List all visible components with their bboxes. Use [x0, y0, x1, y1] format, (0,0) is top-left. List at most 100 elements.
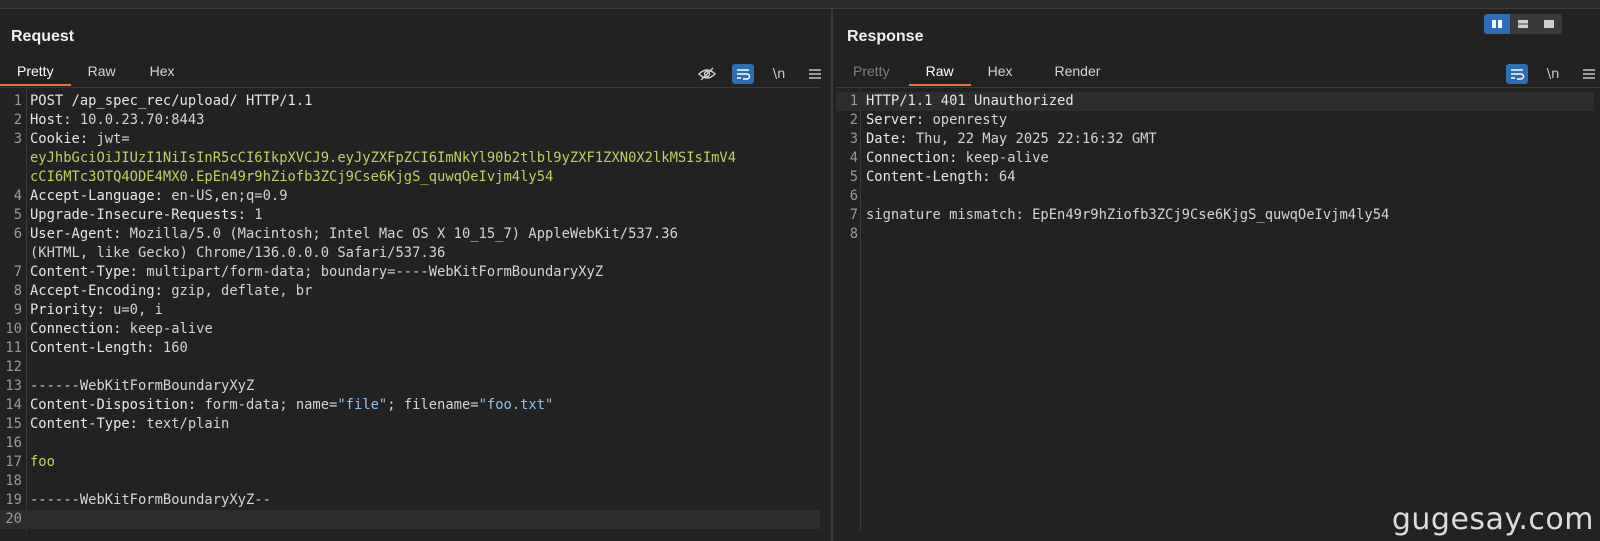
header-name: User-Agent: — [30, 226, 122, 242]
word-wrap-icon[interactable] — [732, 64, 754, 84]
line-content: (KHTML, like Gecko) Chrome/136.0.0.0 Saf… — [30, 244, 445, 263]
tab-response-render[interactable]: Render — [1038, 58, 1118, 84]
line-content: Accept-Language: en-US,en;q=0.9 — [30, 187, 288, 206]
code-line: 5 Upgrade-Insecure-Requests: 1 — [0, 206, 820, 225]
code-line: 18 — [0, 472, 820, 491]
line-content: ------WebKitFormBoundaryXyZ-- — [30, 491, 271, 510]
line-number: 19 — [5, 492, 22, 508]
header-value: Thu, 22 May 2025 22:16:32 GMT — [907, 131, 1157, 147]
line-number: 10 — [5, 321, 22, 337]
code-line: cCI6MTc3OTQ4ODE4MX0.EpEn49r9hZiofb3ZCj9C… — [0, 168, 820, 187]
line-number: 5 — [849, 169, 858, 185]
tab-request-hex[interactable]: Hex — [133, 58, 192, 84]
cookie-value: cCI6MTc3OTQ4ODE4MX0.EpEn49r9hZiofb3ZCj9C… — [30, 169, 554, 185]
line-number: 3 — [13, 131, 22, 147]
hamburger-menu-icon[interactable] — [804, 64, 826, 84]
line-content: signature mismatch: EpEn49r9hZiofb3ZCj9C… — [866, 206, 1389, 225]
header-name: Server: — [866, 112, 925, 128]
header-name: Cookie: — [30, 131, 89, 147]
newline-toggle[interactable]: \n — [1542, 64, 1564, 84]
code-line: 1 POST /ap_spec_rec/upload/ HTTP/1.1 — [0, 92, 820, 111]
code-line: 2 Host: 10.0.23.70:8443 — [0, 111, 820, 130]
code-line: 16 — [0, 434, 820, 453]
header-value: (KHTML, like Gecko) Chrome/136.0.0.0 Saf… — [30, 245, 446, 261]
header-value: signature mismatch: EpEn49r9hZiofb3ZCj9C… — [866, 207, 1390, 223]
request-toolbar: \n — [696, 64, 826, 84]
tab-request-pretty[interactable]: Pretty — [0, 58, 71, 86]
header-value: ------WebKitFormBoundaryXyZ-- — [30, 492, 271, 508]
header-value: text/plain — [137, 416, 230, 432]
eye-slash-icon[interactable] — [696, 64, 718, 84]
request-editor[interactable]: 1 POST /ap_spec_rec/upload/ HTTP/1.1 2 Host… — [0, 92, 820, 529]
code-line: 14 Content-Disposition: form-data; name="… — [0, 396, 820, 415]
word-wrap-icon[interactable] — [1506, 64, 1528, 84]
code-line: 6 — [836, 187, 1594, 206]
line-content: Content-Type: multipart/form-data; bound… — [30, 263, 603, 282]
header-value: multipart/form-data; boundary=----WebKit… — [137, 264, 604, 280]
header-value: 160 — [154, 340, 188, 356]
code-line: 20 — [0, 510, 820, 529]
line-content: User-Agent: Mozilla/5.0 (Macintosh; Inte… — [30, 225, 678, 244]
line-number: 16 — [5, 435, 22, 451]
header-name: Connection: — [30, 321, 122, 337]
header-name: Priority: — [30, 302, 105, 318]
string-literal: "file" — [337, 397, 388, 413]
code-line: 2 Server: openresty — [836, 111, 1594, 130]
layout-toggle — [1484, 14, 1562, 34]
line-content: Date: Thu, 22 May 2025 22:16:32 GMT — [866, 130, 1157, 149]
single-pane-layout-icon[interactable] — [1536, 14, 1562, 34]
header-name: Content-Disposition: — [30, 397, 197, 413]
tab-response-raw[interactable]: Raw — [908, 58, 971, 86]
code-line: 19 ------WebKitFormBoundaryXyZ-- — [0, 491, 820, 510]
tab-response-pretty[interactable]: Pretty — [836, 58, 907, 84]
code-line: 10 Connection: keep-alive — [0, 320, 820, 339]
line-content: ------WebKitFormBoundaryXyZ — [30, 377, 254, 396]
header-name: Content-Type: — [30, 264, 138, 280]
hamburger-menu-icon[interactable] — [1578, 64, 1600, 84]
line-number: 8 — [849, 226, 858, 242]
line-number: 17 — [5, 454, 22, 470]
header-value: ------WebKitFormBoundaryXyZ — [30, 378, 255, 394]
line-content: foo — [30, 453, 55, 472]
code-line: 17 foo — [0, 453, 820, 472]
header-value: en-US,en;q=0.9 — [162, 188, 288, 204]
header-name: Content-Length: — [866, 169, 991, 185]
newline-toggle[interactable]: \n — [768, 64, 790, 84]
header-name: Upgrade-Insecure-Requests: — [30, 207, 246, 223]
line-number: 13 — [5, 378, 22, 394]
header-value: u=0, i — [104, 302, 163, 318]
line-content: Priority: u=0, i — [30, 301, 163, 320]
line-content: Cookie: jwt= — [30, 130, 130, 149]
line-number — [0, 149, 30, 168]
line-number: 9 — [13, 302, 22, 318]
code-line: 7 signature mismatch: EpEn49r9hZiofb3ZCj9… — [836, 206, 1594, 225]
header-value: 1 — [245, 207, 263, 223]
line-number: 4 — [13, 188, 22, 204]
code-line: 11 Content-Length: 160 — [0, 339, 820, 358]
line-content: Upgrade-Insecure-Requests: 1 — [30, 206, 263, 225]
line-number: 15 — [5, 416, 22, 432]
stacked-layout-icon[interactable] — [1510, 14, 1536, 34]
request-title: Request — [11, 28, 75, 45]
code-line: 12 — [0, 358, 820, 377]
response-editor[interactable]: 1 HTTP/1.1 401 Unauthorized 2 Server: openr… — [836, 92, 1594, 244]
header-value: keep-alive — [121, 321, 213, 337]
tab-response-hex[interactable]: Hex — [971, 58, 1030, 84]
cookie-value: eyJhbGciOiJIUzI1NiIsInR5cCI6IkpXVCJ9.eyJ… — [30, 150, 737, 166]
side-by-side-layout-icon[interactable] — [1484, 14, 1510, 34]
line-number: 6 — [13, 226, 22, 242]
line-number — [0, 244, 30, 263]
header-name: Date: — [866, 131, 908, 147]
line-content: Server: openresty — [866, 111, 1007, 130]
line-content: eyJhbGciOiJIUzI1NiIsInR5cCI6IkpXVCJ9.eyJ… — [30, 149, 736, 168]
code-line: 4 Connection: keep-alive — [836, 149, 1594, 168]
line-content: Host: 10.0.23.70:8443 — [30, 111, 204, 130]
tab-request-raw[interactable]: Raw — [71, 58, 133, 84]
code-line: 8 — [836, 225, 1594, 244]
code-line: 6 User-Agent: Mozilla/5.0 (Macintosh; Int… — [0, 225, 820, 244]
line-number: 11 — [5, 340, 22, 356]
header-value: keep-alive — [957, 150, 1049, 166]
header-value: form-data; name= — [196, 397, 338, 413]
header-name: Connection: — [866, 150, 958, 166]
line-content: Content-Disposition: form-data; name="fi… — [30, 396, 553, 415]
